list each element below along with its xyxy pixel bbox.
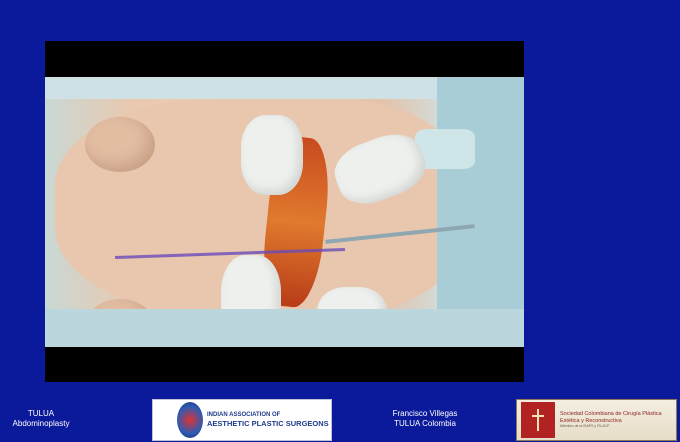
scc-emblem-icon bbox=[521, 402, 555, 438]
surgeon-caption: Francisco Villegas TULUA Colombia bbox=[370, 409, 480, 429]
surgeon-name: Francisco Villegas bbox=[392, 409, 458, 418]
scc-logo: Sociedad Colombiana de Cirugía Plástica … bbox=[516, 399, 677, 441]
location-label: TULUA bbox=[27, 409, 55, 418]
surgical-drape-bottom bbox=[45, 309, 524, 347]
location-procedure-caption: TULUA Abdominoplasty bbox=[0, 409, 82, 429]
gloved-hand-1 bbox=[241, 115, 303, 195]
iaaps-logo-line1: INDIAN ASSOCIATION OF bbox=[207, 412, 281, 418]
iaaps-logo-line2: AESTHETIC PLASTIC SURGEONS bbox=[207, 419, 329, 428]
iaaps-emblem-icon bbox=[177, 402, 203, 438]
surgery-video-frame bbox=[45, 77, 524, 347]
patient-breast-upper bbox=[85, 117, 155, 172]
scc-logo-line3: Miembro de la ISAPS y FILACP bbox=[560, 424, 610, 428]
surgical-drape-right bbox=[437, 77, 524, 347]
procedure-label: Abdominoplasty bbox=[12, 419, 70, 428]
cross-icon bbox=[531, 409, 545, 431]
surgeon-location: TULUA Colombia bbox=[394, 419, 456, 428]
iaaps-logo: INDIAN ASSOCIATION OF AESTHETIC PLASTIC … bbox=[152, 399, 332, 441]
video-player[interactable] bbox=[45, 41, 524, 382]
